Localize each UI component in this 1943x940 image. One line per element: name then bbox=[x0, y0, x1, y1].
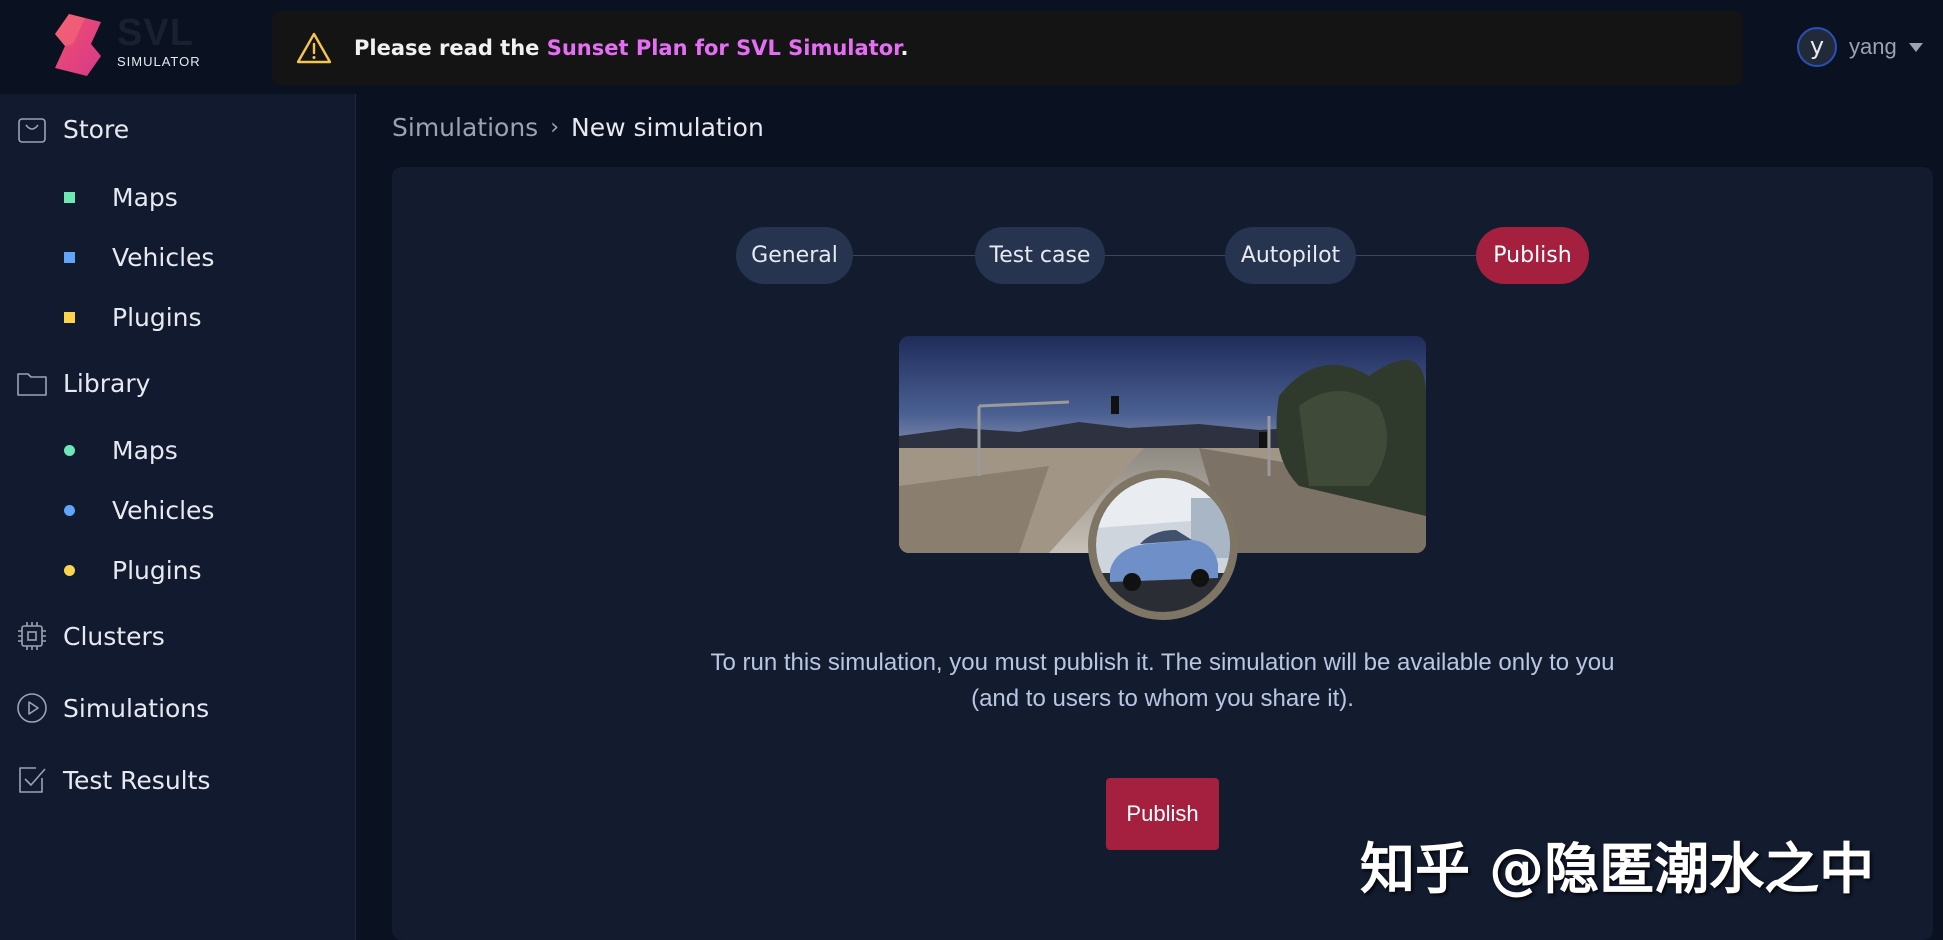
sidebar-item-label: Simulations bbox=[63, 693, 210, 723]
top-header: SVL SIMULATOR Please read the Sunset Pla… bbox=[0, 0, 1943, 94]
circle-bullet-icon bbox=[64, 444, 75, 456]
vehicle-thumbnail-image bbox=[1088, 470, 1238, 620]
sidebar-item-library-maps[interactable]: Maps bbox=[0, 427, 356, 473]
warning-icon bbox=[296, 32, 332, 64]
page-title: New simulation bbox=[571, 113, 764, 142]
sidebar-item-library-plugins[interactable]: Plugins bbox=[0, 547, 356, 593]
sidebar-item-library[interactable]: Library bbox=[0, 358, 356, 408]
sidebar-item-label: Clusters bbox=[63, 621, 165, 651]
banner-prefix: Please read the bbox=[354, 36, 547, 60]
caret-down-icon[interactable] bbox=[1908, 42, 1923, 52]
square-bullet-icon bbox=[64, 191, 75, 203]
logo-wordmark: SVL bbox=[117, 12, 194, 54]
description-line: To run this simulation, you must publish… bbox=[710, 649, 1615, 676]
logo-subtitle: SIMULATOR bbox=[117, 54, 201, 69]
square-bullet-icon bbox=[64, 311, 75, 323]
description-line: (and to users to whom you share it). bbox=[971, 685, 1354, 712]
sidebar-item-label: Store bbox=[63, 114, 130, 144]
sidebar-item-label: Maps bbox=[112, 435, 178, 465]
sidebar-item-store-maps[interactable]: Maps bbox=[0, 174, 356, 220]
breadcrumb-separator-icon: › bbox=[550, 115, 560, 140]
sidebar-item-test-results[interactable]: Test Results bbox=[0, 755, 356, 805]
sidebar-item-label: Test Results bbox=[63, 765, 211, 795]
sidebar-item-label: Plugins bbox=[112, 302, 202, 332]
circle-bullet-icon bbox=[64, 504, 75, 516]
shopping-bag-icon bbox=[18, 118, 46, 143]
sidebar-item-label: Vehicles bbox=[112, 242, 215, 272]
sunset-banner: Please read the Sunset Plan for SVL Simu… bbox=[272, 11, 1743, 85]
user-menu[interactable]: y yang bbox=[1797, 27, 1923, 67]
sidebar-item-label: Plugins bbox=[112, 555, 202, 585]
publish-button[interactable]: Publish bbox=[1106, 778, 1219, 850]
breadcrumb: Simulations › New simulation bbox=[392, 113, 764, 142]
breadcrumb-simulations-link[interactable]: Simulations bbox=[392, 113, 538, 142]
play-circle-icon bbox=[17, 693, 47, 723]
svl-logo[interactable]: SVL SIMULATOR bbox=[55, 12, 215, 78]
sidebar-item-store-vehicles[interactable]: Vehicles bbox=[0, 234, 356, 280]
sidebar-item-clusters[interactable]: Clusters bbox=[0, 611, 356, 661]
sidebar-item-store[interactable]: Store bbox=[0, 104, 356, 154]
watermark: 知乎 @隐匿潮水之中 bbox=[1360, 837, 1875, 901]
sidebar-item-store-plugins[interactable]: Plugins bbox=[0, 294, 356, 340]
banner-suffix: . bbox=[900, 36, 909, 60]
username[interactable]: yang bbox=[1849, 34, 1897, 60]
circle-bullet-icon bbox=[64, 564, 75, 576]
sidebar-item-label: Library bbox=[63, 368, 151, 398]
sidebar-item-label: Vehicles bbox=[112, 495, 215, 525]
folder-icon bbox=[17, 373, 47, 396]
sidebar-item-simulations[interactable]: Simulations bbox=[0, 683, 356, 733]
sunset-plan-link[interactable]: Sunset Plan for SVL Simulator bbox=[547, 36, 901, 60]
step-test-case[interactable]: Test case bbox=[975, 227, 1105, 284]
checkbox-icon bbox=[19, 767, 46, 793]
chip-icon bbox=[18, 622, 46, 650]
stepper-connector bbox=[852, 255, 976, 256]
sidebar: Store Maps Vehicles Plugins Library Maps… bbox=[0, 94, 356, 940]
stepper-connector bbox=[1104, 255, 1226, 256]
avatar[interactable]: y bbox=[1797, 27, 1837, 67]
sidebar-item-library-vehicles[interactable]: Vehicles bbox=[0, 487, 356, 533]
vehicle-icon bbox=[1096, 478, 1230, 612]
step-publish[interactable]: Publish bbox=[1476, 227, 1589, 284]
sidebar-item-label: Maps bbox=[112, 182, 178, 212]
square-bullet-icon bbox=[64, 251, 75, 263]
step-autopilot[interactable]: Autopilot bbox=[1225, 227, 1356, 284]
step-general[interactable]: General bbox=[736, 227, 853, 284]
banner-text: Please read the Sunset Plan for SVL Simu… bbox=[354, 36, 909, 60]
stepper-connector bbox=[1355, 255, 1477, 256]
publish-description: To run this simulation, you must publish… bbox=[600, 645, 1725, 717]
svl-logo-icon bbox=[55, 14, 101, 76]
